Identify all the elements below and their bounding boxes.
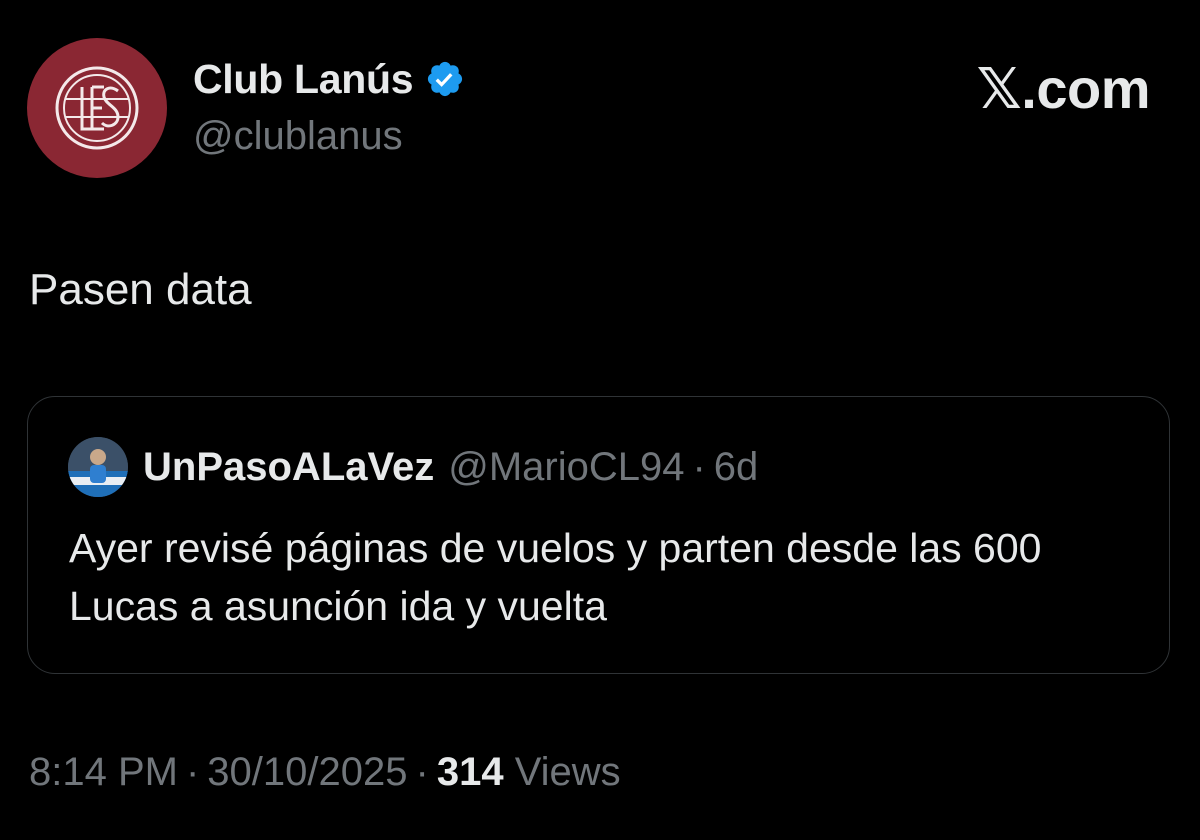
quoted-tweet-time[interactable]: 6d (714, 445, 759, 490)
quoted-author-name[interactable]: UnPasoALaVez (143, 445, 434, 490)
quoted-tweet-header: UnPasoALaVez @MarioCL94 · 6d (143, 441, 758, 493)
quoted-tweet-card[interactable]: UnPasoALaVez @MarioCL94 · 6d Ayer revisé… (27, 396, 1170, 674)
quoted-tweet-text: Ayer revisé páginas de vuelos y parten d… (69, 525, 1042, 629)
tweet-date[interactable]: 30/10/2025 (207, 750, 407, 794)
views-count: 314 (436, 750, 504, 794)
quoted-author-handle[interactable]: @MarioCL94 (448, 445, 684, 490)
x-brand-logo: 𝕏.com (976, 57, 1151, 120)
club-crest-icon (55, 66, 139, 150)
verified-badge-icon (428, 61, 463, 97)
user-avatar-icon (68, 437, 128, 497)
author-name-row: Club Lanús (193, 54, 465, 104)
author-display-name[interactable]: Club Lanús (193, 56, 414, 103)
tweet-meta: 8:14 PM · 30/10/2025 · 314 Views (29, 750, 621, 795)
quoted-author-avatar[interactable] (68, 437, 128, 497)
separator-dot: · (692, 444, 706, 489)
author-handle[interactable]: @clublanus (193, 114, 403, 159)
tweet-text: Pasen data (29, 265, 252, 314)
views-label: Views (514, 750, 621, 794)
tweet-time[interactable]: 8:14 PM (29, 750, 178, 794)
separator-dot: · (415, 750, 429, 794)
author-avatar[interactable] (27, 38, 167, 178)
separator-dot: · (185, 750, 200, 794)
